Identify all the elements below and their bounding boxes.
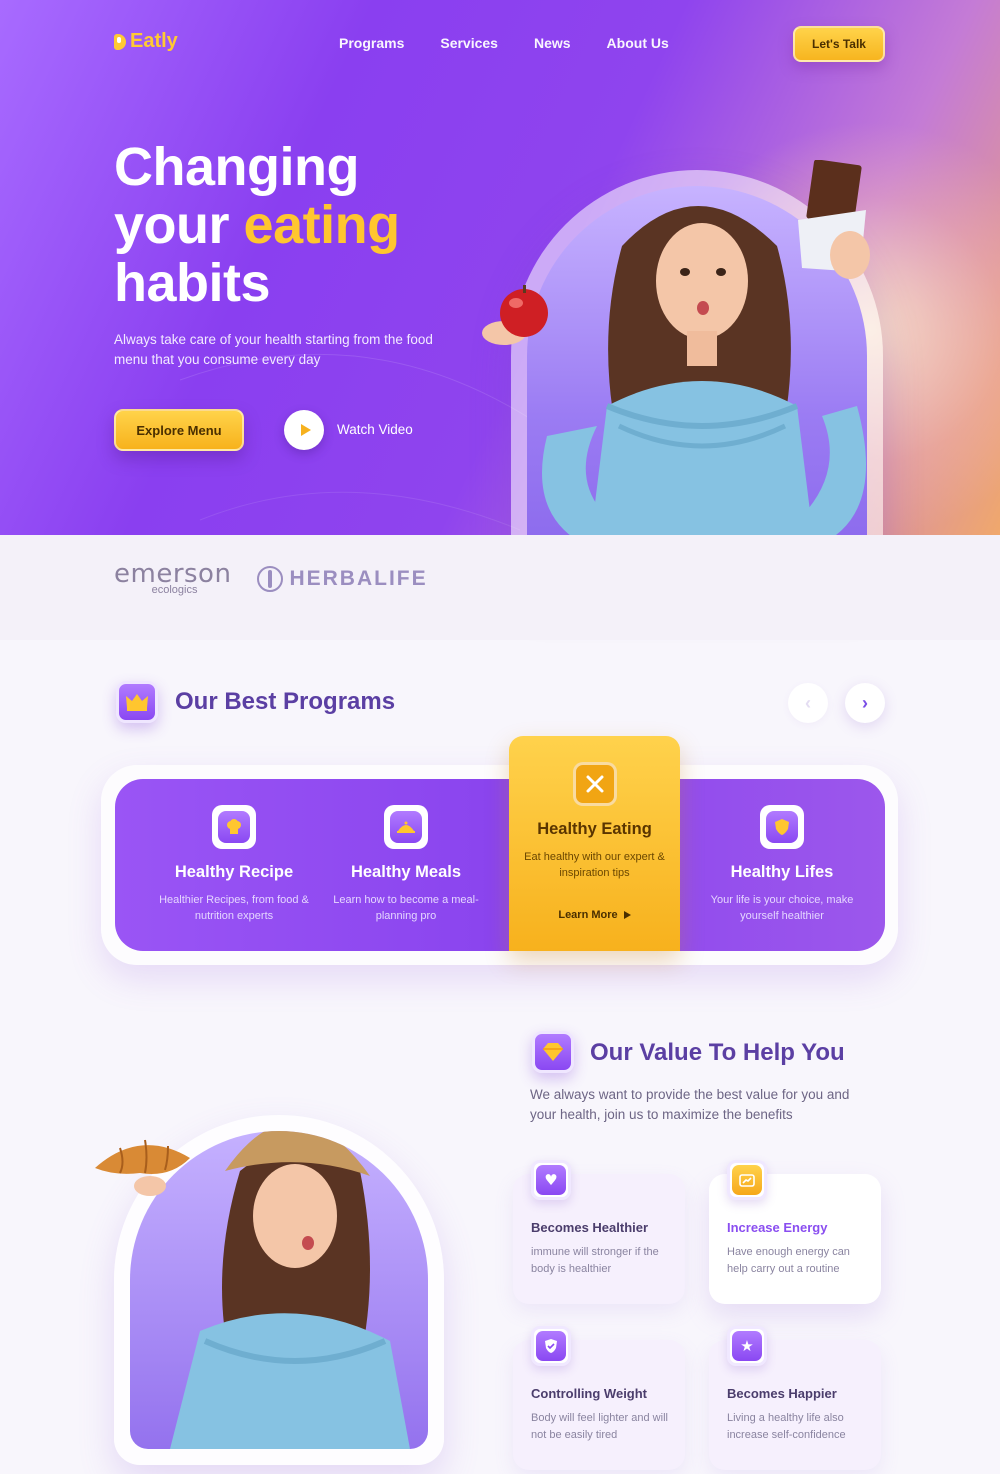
- headline-highlight: eating: [243, 195, 401, 255]
- value-card-desc: Living a healthy life also increase self…: [727, 1412, 846, 1441]
- explore-menu-button[interactable]: Explore Menu: [114, 409, 244, 451]
- apple-in-hand-illustration: [482, 285, 548, 345]
- programs-prev-button[interactable]: ‹: [788, 683, 828, 723]
- program-card-healthy-meals[interactable]: Healthy Meals Learn how to become a meal…: [322, 779, 490, 951]
- program-desc: Learn how to become a meal-planning pro: [333, 894, 479, 922]
- program-desc: Your life is your choice, make yourself …: [710, 894, 854, 922]
- emerson-logo: emerson ecologics: [114, 559, 232, 596]
- partners-logos: emerson ecologics HERBALIFE: [114, 559, 428, 596]
- chocolate-bar-illustration: [798, 160, 870, 279]
- value-card-title: Increase Energy: [727, 1220, 828, 1235]
- logo-icon: [114, 33, 126, 50]
- main-nav: Programs Services News About Us: [339, 35, 669, 51]
- value-card-desc: Have enough energy can help carry out a …: [727, 1246, 850, 1275]
- croissant-illustration: [95, 1139, 190, 1196]
- program-desc: Eat healthy with our expert & inspiratio…: [524, 851, 665, 879]
- program-card-healthy-recipe[interactable]: Healthy Recipe Healthier Recipes, from f…: [150, 779, 318, 951]
- diamond-icon: [532, 1031, 574, 1073]
- shield-check-icon: [531, 1326, 571, 1366]
- program-title: Healthy Recipe: [174, 863, 294, 881]
- lets-talk-button[interactable]: Let's Talk: [793, 26, 885, 62]
- value-card-becomes-happier[interactable]: ★ Becomes Happier Living a healthy life …: [709, 1326, 881, 1470]
- value-card-desc: immune will stronger if the body is heal…: [531, 1246, 659, 1275]
- program-desc: Healthier Recipes, from food & nutrition…: [159, 894, 309, 922]
- food-cloche-icon: [384, 805, 428, 849]
- value-card-title: Becomes Healthier: [531, 1220, 649, 1235]
- chevron-right-icon: ›: [862, 692, 868, 713]
- value-title: Our Value To Help You: [590, 1039, 845, 1066]
- value-card-title: Becomes Happier: [727, 1386, 837, 1401]
- headline-line-2a: your: [114, 195, 244, 255]
- program-title: Healthy Meals: [350, 863, 462, 881]
- program-title: Healthy Lifes: [730, 863, 834, 881]
- programs-next-button[interactable]: ›: [845, 683, 885, 723]
- value-card-controlling-weight[interactable]: Controlling Weight Body will feel lighte…: [513, 1326, 685, 1470]
- hero-subtitle: Always take care of your health starting…: [114, 332, 433, 367]
- utensils-icon: [572, 762, 617, 806]
- headline-line-1: Changing: [114, 137, 359, 197]
- energy-chart-icon: [727, 1160, 767, 1200]
- headline-line-3: habits: [114, 253, 271, 313]
- value-card-title: Controlling Weight: [531, 1386, 648, 1401]
- value-subtitle: We always want to provide the best value…: [530, 1087, 850, 1122]
- crown-icon: [116, 681, 158, 723]
- nav-item-news[interactable]: News: [534, 35, 571, 51]
- brand-name: Eatly: [130, 30, 178, 52]
- herbalife-leaf-icon: [257, 566, 284, 592]
- herbalife-wordmark: HERBALIFE: [289, 567, 428, 590]
- hero-headline: Changing your eating habits: [114, 138, 400, 312]
- program-card-healthy-eating[interactable]: Healthy Eating Eat healthy with our expe…: [509, 736, 680, 951]
- shield-icon: [760, 805, 804, 849]
- value-card-becomes-healthier[interactable]: ♥ Becomes Healthier immune will stronger…: [513, 1160, 685, 1304]
- nav-item-about-us[interactable]: About Us: [607, 35, 669, 51]
- star-icon: ★: [727, 1326, 767, 1366]
- brand-logo[interactable]: Eatly: [114, 30, 178, 53]
- herbalife-logo: HERBALIFE: [257, 566, 427, 592]
- value-card-increase-energy[interactable]: Increase Energy Have enough energy can h…: [709, 1160, 881, 1304]
- learn-more-link[interactable]: Learn More: [558, 909, 630, 921]
- chef-hat-icon: [212, 805, 256, 849]
- heart-icon: ♥: [531, 1160, 571, 1200]
- emerson-wordmark: emerson: [114, 559, 232, 589]
- value-card-desc: Body will feel lighter and will not be e…: [531, 1412, 668, 1441]
- nav-item-services[interactable]: Services: [440, 35, 498, 51]
- play-video-icon[interactable]: [284, 410, 324, 450]
- nav-item-programs[interactable]: Programs: [339, 35, 404, 51]
- programs-title: Our Best Programs: [175, 688, 396, 715]
- program-title: Healthy Eating: [537, 820, 652, 838]
- program-card-healthy-lifes[interactable]: Healthy Lifes Your life is your choice, …: [698, 779, 866, 951]
- chevron-left-icon: ‹: [805, 692, 811, 713]
- watch-video-link[interactable]: Watch Video: [337, 422, 413, 437]
